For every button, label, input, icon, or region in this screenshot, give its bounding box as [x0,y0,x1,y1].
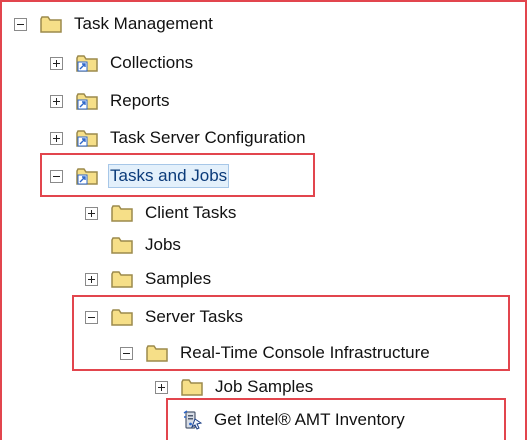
expand-toggle-icon[interactable] [50,94,63,108]
tree-node-label: Tasks and Jobs [108,164,230,188]
collapse-toggle-icon[interactable] [85,310,98,324]
tree-node-label: Real-Time Console Infrastructure [180,343,430,362]
tree-node-task-server-configuration[interactable]: Task Server Configuration [50,123,308,153]
folder-icon [111,271,133,288]
tree-node-label: Samples [145,269,212,288]
shortcut-folder-icon [76,93,98,110]
expand-toggle-icon[interactable] [50,131,63,145]
tree-node-label: Job Samples [215,377,314,396]
tree-node-label: Client Tasks [145,203,237,222]
tree-node-job-samples[interactable]: Job Samples [155,372,315,402]
server-task-icon [183,410,203,430]
tree-node-collections[interactable]: Collections [50,48,195,78]
tree-node-real-time-console-infrastructure[interactable]: Real-Time Console Infrastructure [120,338,432,368]
tree-node-reports[interactable]: Reports [50,86,172,116]
folder-icon [181,379,203,396]
expand-toggle-icon[interactable] [50,56,63,70]
collapse-toggle-icon[interactable] [50,169,63,183]
tree-node-label: Task Server Configuration [110,128,306,147]
folder-icon [146,345,168,362]
folder-icon [111,237,133,254]
tree-node-label: Collections [110,53,194,72]
expand-toggle-icon[interactable] [85,272,98,286]
tree-node-jobs[interactable]: Jobs [85,230,183,260]
expand-toggle-icon[interactable] [155,380,168,394]
folder-icon [111,205,133,222]
tree-node-tasks-and-jobs[interactable]: Tasks and Jobs [50,161,230,191]
collapse-toggle-icon[interactable] [120,346,133,360]
toggle-spacer [85,239,98,252]
tree-node-label: Get Intel® AMT Inventory [214,410,405,429]
tree-node-label: Reports [110,91,170,110]
tree-node-get-intel-amt-inventory[interactable]: Get Intel® AMT Inventory [182,405,407,435]
shortcut-folder-icon [76,55,98,72]
tree-node-label: Jobs [145,235,181,254]
folder-icon [40,16,62,33]
expand-toggle-icon[interactable] [85,206,98,220]
task-tree: Task Management Collections Reports Task… [0,0,527,440]
shortcut-folder-icon [76,168,98,185]
tree-node-client-tasks[interactable]: Client Tasks [85,198,238,228]
tree-node-task-management[interactable]: Task Management [14,9,215,39]
tree-node-label: Server Tasks [145,307,243,326]
tree-node-label: Task Management [74,14,213,33]
folder-icon [111,309,133,326]
shortcut-folder-icon [76,130,98,147]
collapse-toggle-icon[interactable] [14,17,27,31]
tree-node-samples[interactable]: Samples [85,264,213,294]
tree-node-server-tasks[interactable]: Server Tasks [85,302,245,332]
